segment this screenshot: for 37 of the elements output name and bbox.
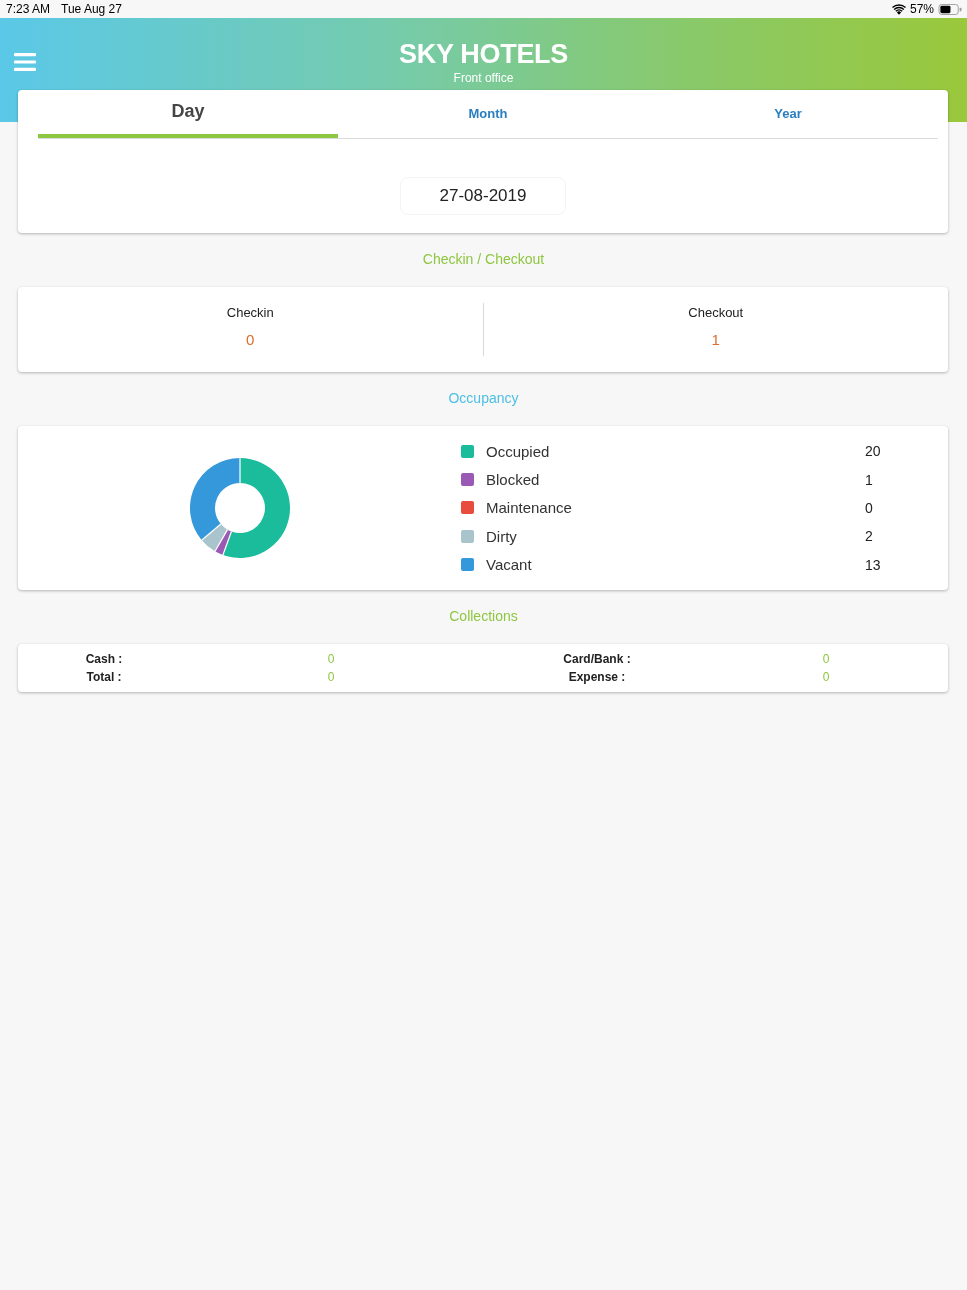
menu-icon[interactable] <box>14 53 36 71</box>
battery-percent: 57% <box>909 2 934 16</box>
collection-label: Total : <box>85 669 123 685</box>
period-tab[interactable]: Month <box>338 90 638 138</box>
stat-value: 0 <box>245 330 256 350</box>
period-tab[interactable]: Day <box>38 90 338 138</box>
legend-value: 13 <box>865 556 882 573</box>
legend-value: 20 <box>865 443 882 460</box>
app-subtitle: Front office <box>452 70 515 86</box>
wifi-icon <box>891 3 906 15</box>
section-title: Occupancy <box>447 389 520 408</box>
app-title: SKY HOTELS <box>398 38 568 70</box>
section-title: Collections <box>448 607 519 626</box>
stat-value: 1 <box>710 330 721 350</box>
collection-label: Card/Bank : <box>562 651 632 667</box>
collection-value: 0 <box>821 669 831 685</box>
legend-label: Maintenance <box>486 499 573 517</box>
date-field[interactable]: 27-08-2019 <box>400 177 566 215</box>
collection-value: 0 <box>821 651 831 667</box>
legend-label: Occupied <box>486 442 551 460</box>
status-date: Tue Aug 27 <box>61 2 122 16</box>
legend-value: 0 <box>865 500 874 516</box>
period-tab[interactable]: Year <box>638 90 938 138</box>
collection-label: Cash : <box>84 651 124 667</box>
legend-label: Dirty <box>486 527 518 545</box>
legend-label: Blocked <box>486 471 541 489</box>
collection-label: Expense : <box>567 669 627 685</box>
stat-label: Checkin <box>225 304 275 322</box>
legend-label: Vacant <box>486 556 533 574</box>
section-title: Checkin / Checkout <box>421 250 546 269</box>
legend-value: 2 <box>865 528 874 545</box>
status-time: 7:23 AM <box>6 2 51 16</box>
collection-value: 0 <box>326 651 336 667</box>
stat-label: Checkout <box>687 304 745 322</box>
collection-value: 0 <box>326 669 336 685</box>
legend-value: 1 <box>865 471 874 488</box>
battery-icon <box>938 3 962 15</box>
